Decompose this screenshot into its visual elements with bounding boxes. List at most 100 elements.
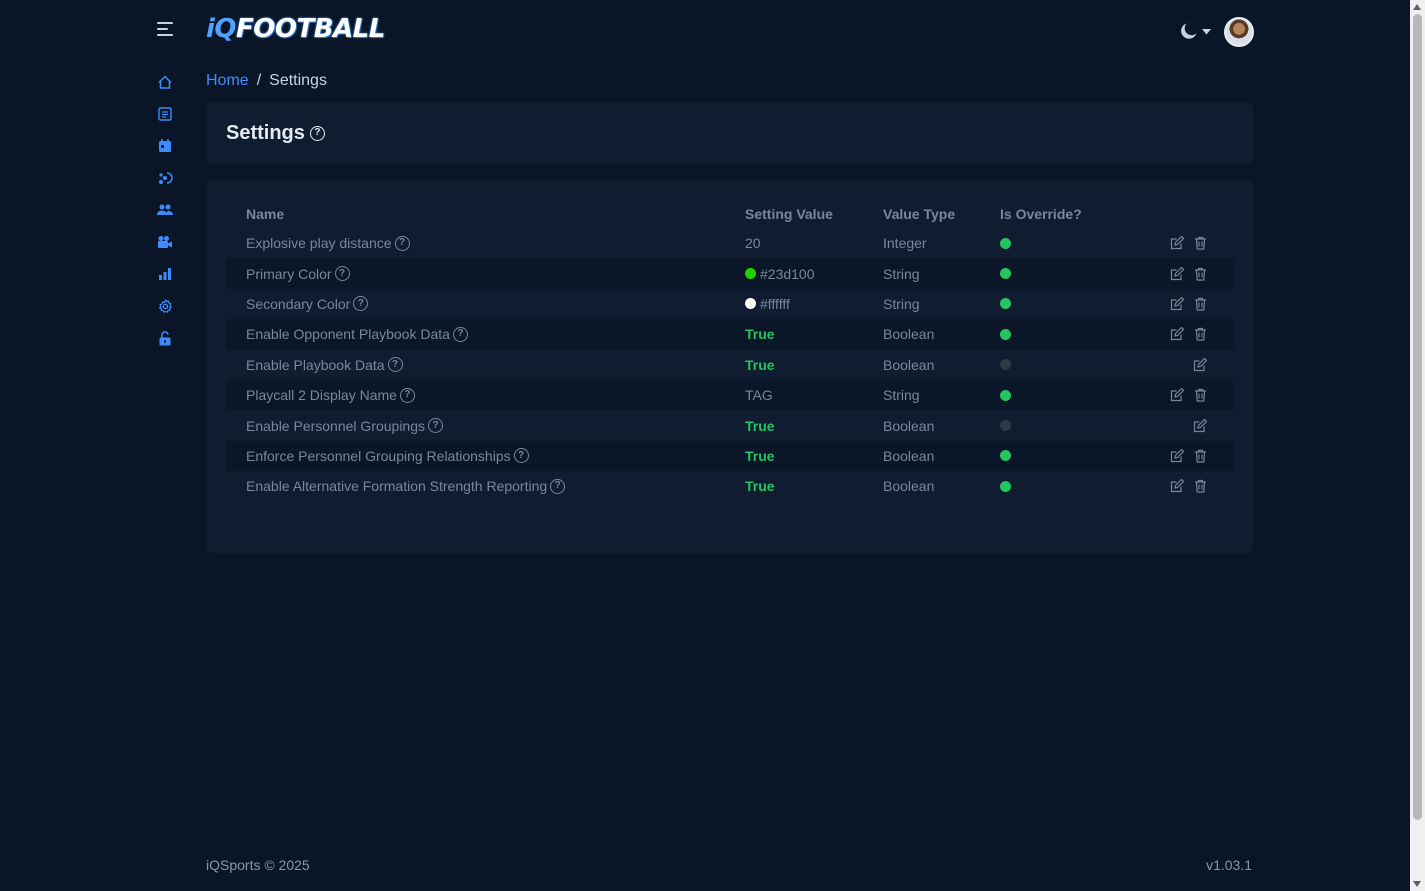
delete-button[interactable] [1194,449,1207,463]
setting-value: True [745,326,775,343]
edit-icon [1170,388,1184,402]
trash-icon [1195,297,1206,311]
help-icon[interactable]: ? [452,326,468,342]
edit-button[interactable] [1170,448,1184,463]
edit-icon [1170,479,1184,493]
sidebar-item-playbook[interactable] [150,98,180,130]
trash-icon [1195,267,1206,281]
table-row: Enforce Personnel Grouping Relationships… [226,440,1233,472]
page-scrollbar[interactable] [1410,0,1425,891]
users-icon [157,204,173,215]
delete-button[interactable] [1194,236,1207,250]
help-icon[interactable]: ? [513,448,529,464]
app-logo[interactable]: iQFOOTBALL [206,14,385,44]
page-title-text: Settings [226,122,305,144]
user-avatar[interactable] [1224,17,1254,47]
setting-name: Enable Personnel Groupings [246,417,426,434]
override-on-indicator [1000,328,1011,340]
help-icon[interactable]: ? [387,357,403,373]
setting-type: String [883,295,920,312]
setting-value: TAG [745,387,773,404]
help-icon[interactable]: ? [394,235,410,251]
delete-button[interactable] [1194,267,1207,281]
edit-icon [1170,327,1184,341]
setting-type: Boolean [883,356,935,373]
breadcrumb-home-link[interactable]: Home [206,72,249,89]
sidebar-item-reports[interactable] [150,258,180,290]
settings-icon [158,298,172,313]
trash-icon [1195,449,1206,463]
moon-icon [1181,23,1197,39]
film-icon [158,236,172,248]
edit-button[interactable] [1170,327,1184,341]
setting-name: Enable Playbook Data [246,356,385,373]
sidebar-nav [150,66,180,354]
edit-icon [1170,448,1184,463]
trash-icon [1195,480,1206,493]
page-header-card: Settings ? [206,102,1253,164]
edit-button[interactable] [1170,296,1184,311]
delete-button[interactable] [1194,297,1207,311]
theme-toggle-button[interactable] [1180,22,1214,42]
help-icon[interactable]: ? [353,296,369,312]
table-row: Explosive play distance? 20 Integer [226,228,1233,258]
edit-button[interactable] [1170,236,1184,250]
trash-icon [1195,328,1206,341]
sidebar-item-plays[interactable] [150,162,180,194]
sidebar-item-calendar[interactable] [150,130,180,162]
column-header-name[interactable]: Name [226,206,745,222]
edit-icon [1170,296,1184,311]
setting-value: True [745,478,775,495]
column-header-value[interactable]: Setting Value [745,206,883,222]
caret-down-icon [1202,29,1211,35]
footer-copyright: iQSports © 2025 [206,857,310,873]
setting-type: Integer [883,235,927,252]
sidebar-item-settings[interactable] [150,290,180,322]
setting-type: Boolean [883,417,935,434]
help-icon[interactable]: ? [334,266,350,282]
column-header-type[interactable]: Value Type [883,206,1000,222]
setting-type: String [883,265,920,282]
setting-name: Secondary Color [246,295,351,312]
edit-button[interactable] [1170,479,1184,493]
help-icon[interactable]: ? [309,125,325,141]
sidebar-item-home[interactable] [150,66,180,98]
sidebar-item-logout[interactable] [150,322,180,354]
delete-button[interactable] [1194,479,1207,493]
override-on-indicator [1000,298,1011,310]
override-on-indicator [1000,268,1011,280]
setting-name: Enable Alternative Formation Strength Re… [246,478,548,495]
setting-name: Explosive play distance [246,235,392,252]
breadcrumb-current: Settings [269,72,327,89]
calendar-icon [159,139,171,152]
scrollbar-thumb[interactable] [1413,14,1422,820]
sidebar-item-users[interactable] [150,194,180,226]
override-on-indicator [1000,480,1011,492]
trash-icon [1195,237,1206,250]
delete-button[interactable] [1194,327,1207,341]
playbook-icon [158,107,172,121]
column-header-override[interactable]: Is Override? [1000,206,1150,222]
delete-button[interactable] [1194,388,1207,402]
setting-value: True [745,356,775,373]
override-on-indicator [1000,237,1011,249]
help-icon[interactable]: ? [428,418,444,434]
setting-type: Boolean [883,447,935,464]
table-row: Secondary Color? #ffffff String [226,289,1233,319]
breadcrumb: Home / Settings [206,71,327,91]
table-row: Enable Personnel Groupings? True Boolean [226,410,1233,440]
menu-toggle-button[interactable] [157,22,173,36]
help-icon[interactable]: ? [550,478,566,494]
scroll-down-arrow-icon[interactable] [1413,881,1421,887]
help-icon[interactable]: ? [399,387,415,403]
edit-button[interactable] [1193,357,1207,372]
sidebar-item-film[interactable] [150,226,180,258]
table-row: Enable Opponent Playbook Data? True Bool… [226,319,1233,350]
scroll-up-arrow-icon[interactable] [1413,4,1421,10]
settings-table: Name Setting Value Value Type Is Overrid… [226,200,1233,502]
edit-button[interactable] [1170,266,1184,281]
edit-button[interactable] [1170,388,1184,402]
lock-icon [159,330,171,345]
edit-button[interactable] [1193,418,1207,433]
table-row: Playcall 2 Display Name? TAG String [226,379,1233,411]
